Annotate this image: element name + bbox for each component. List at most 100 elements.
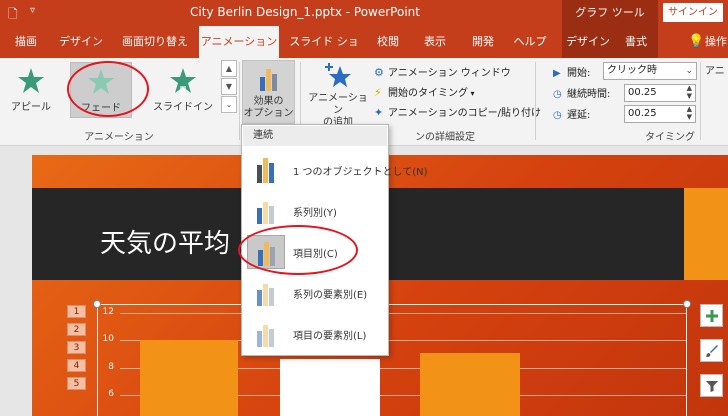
option-as-one-object[interactable]: 1 つのオブジェクトとして(N) bbox=[243, 150, 428, 190]
chart-bar[interactable] bbox=[420, 353, 520, 416]
delay-label: 遅延: bbox=[567, 110, 591, 121]
tab-slideshow[interactable]: スライド ショー bbox=[285, 26, 363, 80]
spinner-arrows-icon[interactable]: ▲ ▼ bbox=[687, 84, 692, 100]
spinner-arrows-icon[interactable]: ▲ ▼ bbox=[687, 105, 692, 121]
y-tick-label: 8 bbox=[108, 362, 114, 372]
duration-value: 00.25 bbox=[628, 87, 657, 98]
highlight-ellipse bbox=[238, 225, 358, 275]
tab-help[interactable]: ヘルプ bbox=[508, 26, 552, 58]
by-series-icon bbox=[247, 194, 285, 228]
chart-bar[interactable] bbox=[280, 359, 380, 416]
effect-options-icon bbox=[259, 69, 277, 91]
chart-tools-context-title: グラフ ツール bbox=[562, 0, 658, 26]
lightbulb-icon[interactable]: 💡 bbox=[688, 34, 704, 49]
add-animation-star-icon bbox=[325, 63, 351, 87]
tab-developer[interactable]: 開発 bbox=[462, 26, 504, 58]
animation-sequence-badge[interactable]: 4 bbox=[67, 359, 86, 372]
delay-spinner[interactable]: 00.25 ▲ ▼ bbox=[624, 105, 696, 123]
animation-pane-button[interactable]: ⚙ アニメーション ウィンドウ bbox=[374, 64, 511, 82]
start-select[interactable]: クリック時 ⌄ bbox=[603, 62, 697, 80]
option-by-series[interactable]: 系列別(Y) bbox=[243, 191, 387, 231]
start-row: ▶ 開始: bbox=[553, 64, 590, 84]
chevron-down-icon: ⌄ bbox=[685, 66, 693, 76]
by-element-in-series-icon bbox=[247, 276, 285, 310]
gallery-more[interactable]: ⌄ bbox=[221, 96, 237, 113]
option-as-one-object-label: 1 つのオブジェクトとして(N) bbox=[293, 167, 428, 178]
group-separator bbox=[700, 62, 701, 140]
animation-fly-in-label: スライドイン bbox=[153, 102, 213, 113]
highlight-ellipse bbox=[67, 61, 149, 117]
filter-icon bbox=[705, 381, 718, 392]
group-separator bbox=[239, 62, 240, 140]
option-by-element-in-series[interactable]: 系列の要素別(E) bbox=[243, 273, 387, 313]
chart-bar[interactable] bbox=[140, 340, 238, 416]
animation-sequence-badge[interactable]: 2 bbox=[67, 323, 86, 336]
effect-options-label-1: 効果の bbox=[253, 96, 284, 107]
tab-chart-design[interactable]: デザイン bbox=[562, 26, 614, 58]
y-tick-label: 12 bbox=[102, 307, 114, 317]
as-one-object-icon bbox=[247, 153, 285, 187]
gallery-scroll-up[interactable]: ▲ bbox=[221, 60, 237, 77]
animation-sequence-badge[interactable]: 3 bbox=[67, 341, 86, 354]
play-icon: ▶ bbox=[553, 68, 561, 79]
clock-icon: ◷ bbox=[553, 89, 562, 100]
fly-in-star-icon bbox=[170, 68, 196, 95]
trigger-label: 開始のタイミング bbox=[388, 88, 468, 99]
title-accent-band bbox=[684, 188, 728, 280]
delay-value: 00.25 bbox=[628, 108, 657, 119]
reorder-label: アニ bbox=[705, 66, 725, 77]
duration-label: 継続時間: bbox=[567, 89, 611, 100]
signin-button[interactable]: サインイン bbox=[663, 3, 723, 22]
animation-appear-label: アピール bbox=[11, 102, 51, 113]
tab-view[interactable]: 表示 bbox=[414, 26, 456, 58]
delay-clock-icon: ◷ bbox=[553, 110, 562, 121]
resize-handle[interactable] bbox=[683, 300, 691, 308]
duration-spinner[interactable]: 00.25 ▲ ▼ bbox=[624, 84, 696, 102]
tab-transitions[interactable]: 画面切り替え bbox=[116, 26, 194, 58]
start-select-value: クリック時 bbox=[607, 65, 657, 76]
slide-title[interactable]: 天気の平均 bbox=[100, 223, 230, 260]
option-by-element-in-category[interactable]: 項目の要素別(L) bbox=[243, 314, 387, 354]
plus-icon bbox=[705, 310, 718, 322]
ribbon-tab-bar: 描画 デザイン 画面切り替え アニメーション スライド ショー 校閲 表示 開発… bbox=[0, 26, 728, 80]
effect-options-button[interactable]: 効果の オプション bbox=[242, 60, 295, 124]
start-label: 開始: bbox=[567, 68, 591, 79]
y-tick-label: 10 bbox=[102, 334, 114, 344]
timing-group-label: タイミング bbox=[645, 132, 695, 143]
chart-styles-button[interactable] bbox=[700, 339, 723, 362]
add-animation-label-1: アニメーション bbox=[308, 93, 368, 116]
dropdown-section-header: 連続 bbox=[243, 126, 387, 146]
effect-options-label-2: オプション bbox=[243, 108, 294, 119]
chart-filters-button[interactable] bbox=[700, 374, 723, 397]
tab-design[interactable]: デザイン bbox=[52, 26, 110, 58]
gallery-scroll-down[interactable]: ▼ bbox=[221, 78, 237, 95]
animation-pane-icon: ⚙ bbox=[374, 66, 384, 79]
lightning-icon: ⚡ bbox=[374, 86, 382, 99]
animation-group-label: アニメーション bbox=[84, 132, 154, 143]
appear-star-icon bbox=[18, 68, 44, 93]
animation-painter-icon: ✦ bbox=[374, 106, 384, 119]
chart-elements-button[interactable] bbox=[700, 304, 723, 327]
animation-fly-in[interactable]: スライドイン bbox=[152, 62, 214, 118]
tab-review[interactable]: 校閲 bbox=[368, 26, 408, 58]
animation-painter-button[interactable]: ✦ アニメーションのコピー/貼り付け bbox=[374, 104, 541, 122]
tab-chart-format[interactable]: 書式 bbox=[614, 26, 658, 58]
trigger-button[interactable]: ⚡ 開始のタイミング ▾ bbox=[374, 84, 475, 102]
animation-painter-label: アニメーションのコピー/貼り付け bbox=[388, 108, 541, 119]
delay-row: ◷ 遅延: bbox=[553, 106, 590, 126]
option-by-element-in-series-label: 系列の要素別(E) bbox=[293, 290, 368, 301]
animation-pane-label: アニメーション ウィンドウ bbox=[388, 68, 511, 79]
tab-draw[interactable]: 描画 bbox=[6, 26, 46, 58]
tab-animations[interactable]: アニメーション bbox=[199, 26, 279, 58]
y-tick-label: 6 bbox=[108, 389, 114, 399]
window-title: City Berlin Design_1.pptx - PowerPoint bbox=[190, 5, 420, 19]
animation-sequence-badge[interactable]: 5 bbox=[67, 377, 86, 390]
option-by-element-in-category-label: 項目の要素別(L) bbox=[293, 331, 367, 342]
animation-appear[interactable]: アピール bbox=[0, 62, 62, 118]
tab-tell-me[interactable]: 操作 bbox=[704, 26, 728, 58]
by-element-in-category-icon bbox=[247, 317, 285, 351]
add-animation-button[interactable]: アニメーション の追加 bbox=[304, 60, 372, 128]
option-by-series-label: 系列別(Y) bbox=[293, 208, 337, 219]
title-bar: 🗋 ▿ City Berlin Design_1.pptx - PowerPoi… bbox=[0, 0, 728, 26]
animation-sequence-badge[interactable]: 1 bbox=[67, 305, 86, 318]
